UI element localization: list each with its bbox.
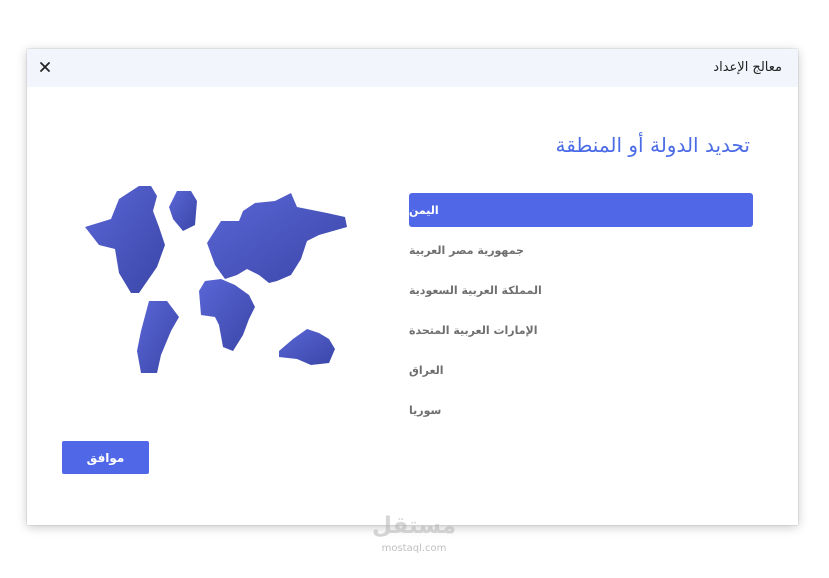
page-title: تحديد الدولة أو المنطقة	[555, 133, 750, 157]
ok-button[interactable]: موافق	[62, 441, 149, 474]
country-list: اليمن جمهورية مصر العربية المملكة العربي…	[409, 193, 753, 433]
country-option-uae[interactable]: الإمارات العربية المتحدة	[409, 313, 753, 347]
watermark-text: mostaql.com	[381, 543, 447, 554]
country-option-syria[interactable]: سوريا	[409, 393, 753, 427]
country-option-saudi-arabia[interactable]: المملكة العربية السعودية	[409, 273, 753, 307]
close-icon[interactable]	[37, 59, 53, 75]
country-option-yemen[interactable]: اليمن	[409, 193, 753, 227]
mostaql-logo-text: مستقل	[372, 513, 456, 538]
country-option-egypt[interactable]: جمهورية مصر العربية	[409, 233, 753, 267]
world-map-icon	[79, 181, 354, 380]
setup-wizard-window: معالج الإعداد تحديد الدولة أو المنطقة ال…	[27, 49, 798, 525]
title-bar: معالج الإعداد	[27, 49, 798, 87]
mostaql-logo: مستقل	[372, 513, 456, 539]
country-option-iraq[interactable]: العراق	[409, 353, 753, 387]
window-title: معالج الإعداد	[713, 60, 782, 75]
mostaql-watermark: مستقل mostaql.com	[362, 510, 466, 554]
